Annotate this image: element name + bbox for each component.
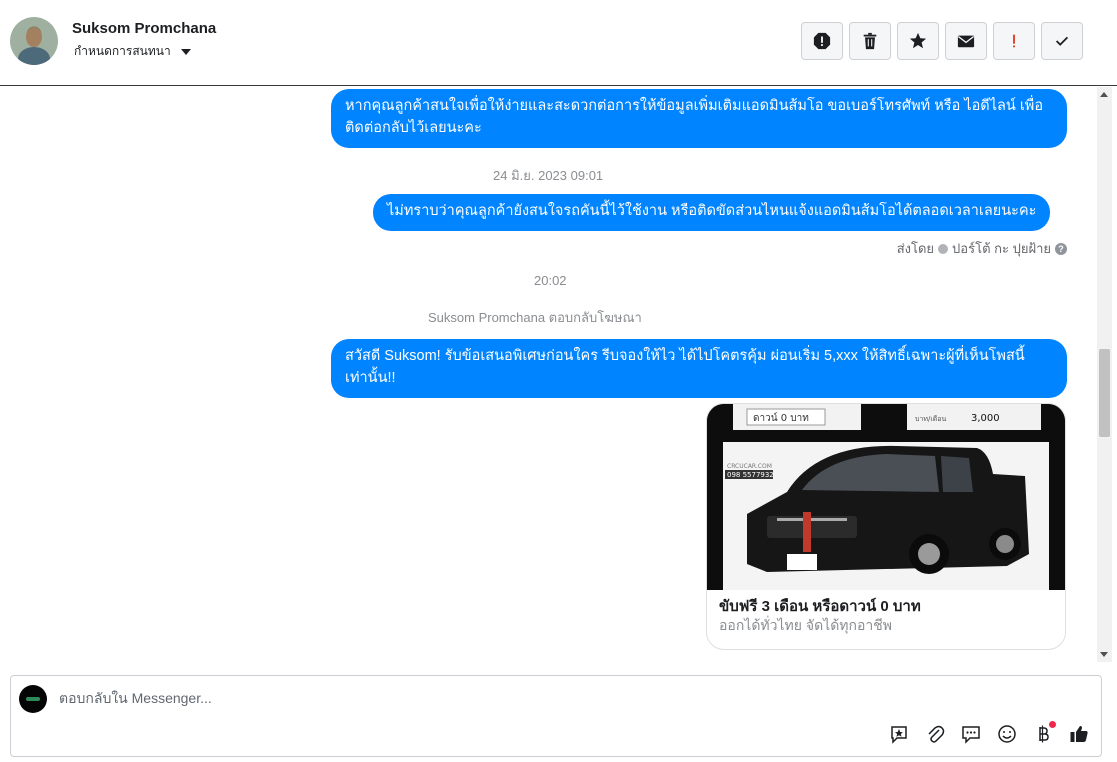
contact-avatar[interactable] bbox=[10, 17, 58, 65]
sent-by-info: ส่งโดย ปอร์โต้ กะ ปุยฝ้าย ? bbox=[897, 238, 1067, 259]
assign-label: กำหนดการสนทนา bbox=[74, 44, 171, 58]
contact-name[interactable]: Suksom Promchana bbox=[72, 20, 216, 37]
timestamp: 20:02 bbox=[534, 273, 567, 288]
assign-conversation-dropdown[interactable]: กำหนดการสนทนา bbox=[74, 42, 191, 61]
notification-dot bbox=[1049, 721, 1056, 728]
payment-button[interactable] bbox=[1032, 721, 1056, 745]
star-button[interactable] bbox=[897, 22, 939, 60]
trash-icon bbox=[863, 32, 877, 50]
envelope-icon bbox=[957, 35, 975, 48]
reply-composer bbox=[10, 675, 1102, 757]
message-bubble[interactable]: สวัสดี Suksom! รับข้อเสนอพิเศษก่อนใคร รี… bbox=[331, 339, 1067, 398]
mark-done-button[interactable] bbox=[1041, 22, 1083, 60]
car-ad-image: ดาวน์ 0 บาท บาท/เดือน 3,000 CRCUCAR.COM … bbox=[707, 404, 1065, 590]
ad-down-text: ดาวน์ 0 บาท bbox=[753, 412, 809, 424]
attach-button[interactable] bbox=[924, 723, 946, 745]
message-bubble[interactable]: หากคุณลูกค้าสนใจเพื่อให้ง่ายและสะดวกต่อก… bbox=[331, 89, 1067, 148]
spam-icon bbox=[813, 32, 831, 50]
like-button[interactable] bbox=[1068, 723, 1090, 745]
ad-phone: 098 5577932 bbox=[727, 471, 774, 479]
quick-chat-button[interactable] bbox=[960, 723, 982, 745]
ad-brand: CRCUCAR.COM bbox=[727, 463, 772, 470]
message-thread[interactable]: หากคุณลูกค้าสนใจเพื่อให้ง่ายและสะดวกต่อก… bbox=[0, 87, 1097, 662]
help-icon[interactable]: ? bbox=[1055, 242, 1067, 255]
chat-icon bbox=[962, 726, 980, 744]
saved-reply-icon bbox=[891, 726, 907, 744]
sent-by-label: ส่งโดย bbox=[896, 241, 935, 256]
ad-reply-context: Suksom Promchana ตอบกลับโฆษณา bbox=[428, 310, 642, 325]
mark-spam-button[interactable] bbox=[801, 22, 843, 60]
star-icon bbox=[909, 32, 927, 49]
ad-card[interactable]: ดาวน์ 0 บาท บาท/เดือน 3,000 CRCUCAR.COM … bbox=[706, 403, 1066, 650]
emoji-icon bbox=[998, 725, 1016, 743]
check-icon bbox=[1055, 36, 1069, 46]
emoji-button[interactable] bbox=[996, 723, 1018, 745]
message-scrollbar[interactable] bbox=[1097, 87, 1112, 662]
attachment-icon bbox=[928, 725, 945, 743]
saved-reply-button[interactable] bbox=[888, 723, 910, 745]
delete-button[interactable] bbox=[849, 22, 891, 60]
timestamp: 24 มิ.ย. 2023 09:01 bbox=[493, 168, 604, 183]
page-avatar bbox=[19, 685, 47, 713]
like-icon bbox=[1070, 726, 1088, 742]
ad-card-subtitle: ออกได้ทั่วไทย จัดได้ทุกอาชีพ bbox=[719, 617, 893, 633]
ad-installment: 3,000 bbox=[971, 413, 1000, 424]
mark-unread-button[interactable] bbox=[945, 22, 987, 60]
avatar-face bbox=[26, 27, 42, 47]
verified-icon bbox=[938, 243, 949, 254]
follow-up-icon bbox=[1013, 34, 1015, 48]
follow-up-button[interactable] bbox=[993, 22, 1035, 60]
caret-down-icon bbox=[180, 48, 191, 55]
ad-installment-tail: บาท/เดือน bbox=[915, 415, 946, 423]
reply-input[interactable] bbox=[59, 690, 1059, 706]
scroll-down-arrow-icon[interactable] bbox=[1100, 652, 1108, 657]
scroll-up-arrow-icon[interactable] bbox=[1100, 92, 1108, 97]
message-bubble[interactable]: ไม่ทราบว่าคุณลูกค้ายังสนใจรถคันนี้ไว้ใช้… bbox=[373, 194, 1051, 231]
conversation-header: Suksom Promchana กำหนดการสนทนา bbox=[0, 0, 1117, 86]
page-avatar-logo bbox=[26, 697, 40, 701]
avatar-shoulders bbox=[18, 47, 50, 65]
scroll-thumb[interactable] bbox=[1099, 349, 1110, 437]
sent-by-name[interactable]: ปอร์โต้ กะ ปุยฝ้าย bbox=[952, 238, 1051, 259]
